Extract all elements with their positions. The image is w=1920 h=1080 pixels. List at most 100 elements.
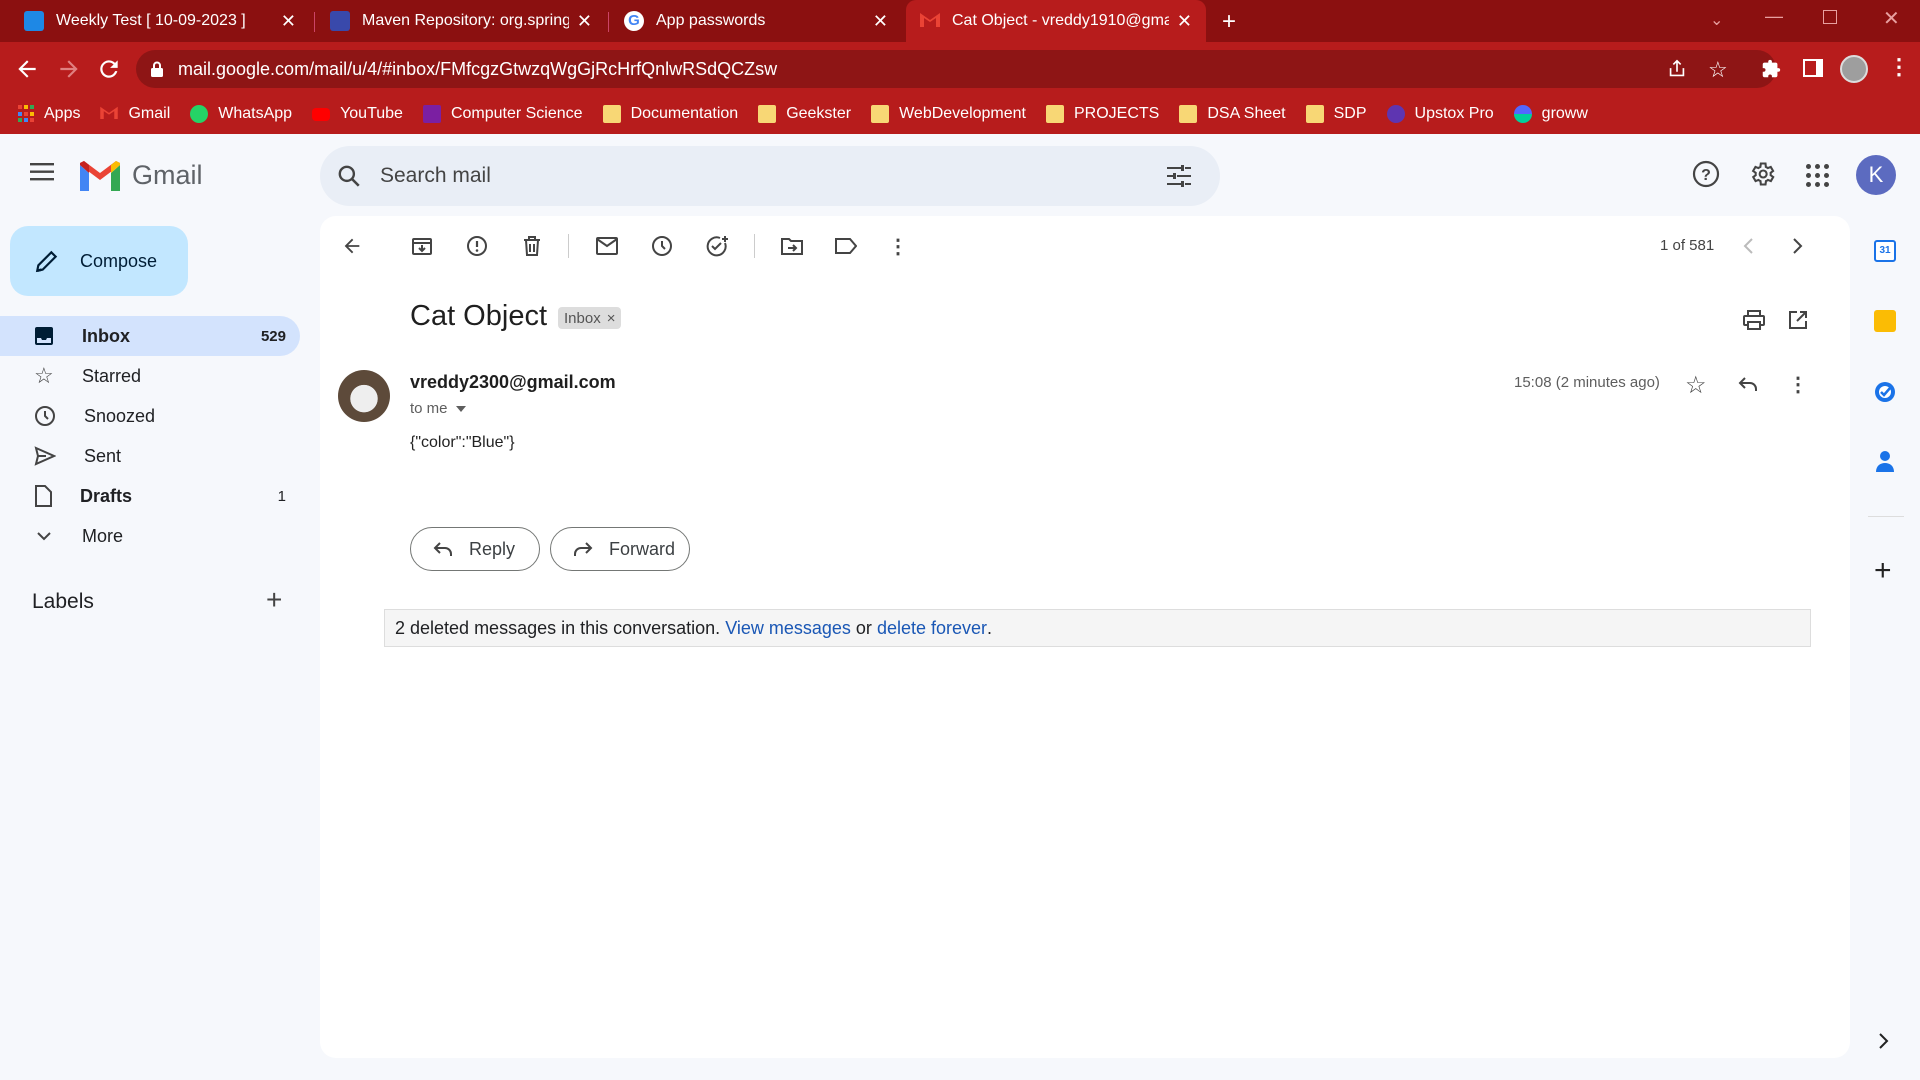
forward-icon[interactable] bbox=[56, 56, 82, 82]
tab-search-icon[interactable]: ⌄ bbox=[1710, 10, 1723, 30]
folder-icon bbox=[871, 105, 890, 123]
forward-button[interactable]: Forward bbox=[550, 527, 690, 571]
nav-item-starred[interactable]: ☆ Starred bbox=[0, 356, 300, 396]
maven-icon bbox=[330, 11, 350, 31]
pencil-icon bbox=[34, 248, 60, 274]
close-icon[interactable]: ✕ bbox=[281, 11, 296, 32]
reply-icon[interactable] bbox=[1728, 364, 1768, 404]
tasks-icon[interactable] bbox=[1873, 380, 1897, 404]
gmail-logo[interactable]: Gmail bbox=[80, 160, 203, 191]
youtube-icon bbox=[312, 107, 331, 121]
sender-email[interactable]: vreddy2300@gmail.com bbox=[410, 372, 616, 393]
browser-menu-icon[interactable]: ⋮ bbox=[1888, 54, 1910, 80]
bookmark-documentation[interactable]: Documentation bbox=[602, 105, 738, 123]
bookmark-whatsapp[interactable]: WhatsApp bbox=[190, 105, 292, 123]
bookmark-star-icon[interactable]: ☆ bbox=[1708, 57, 1728, 83]
open-new-window-icon[interactable] bbox=[1778, 300, 1818, 340]
browser-tab[interactable]: Weekly Test [ 10-09-2023 ] ✕ bbox=[10, 0, 310, 42]
add-to-tasks-icon[interactable] bbox=[698, 226, 738, 266]
bookmark-projects[interactable]: PROJECTS bbox=[1046, 105, 1159, 123]
label-tag-icon[interactable] bbox=[826, 226, 866, 266]
minimize-icon[interactable]: — bbox=[1765, 6, 1783, 27]
newer-chevron-left-icon[interactable] bbox=[1728, 226, 1768, 266]
sender-avatar[interactable] bbox=[338, 370, 390, 422]
caret-down-icon[interactable] bbox=[455, 405, 466, 412]
share-icon[interactable] bbox=[1666, 58, 1688, 80]
contacts-icon[interactable] bbox=[1876, 450, 1894, 472]
browser-tab[interactable]: G App passwords ✕ bbox=[610, 0, 902, 42]
nav-item-sent[interactable]: Sent bbox=[0, 436, 300, 476]
settings-gear-icon[interactable] bbox=[1748, 160, 1776, 188]
snooze-clock-icon[interactable] bbox=[642, 226, 682, 266]
view-messages-link[interactable]: View messages bbox=[725, 618, 851, 639]
browser-tab[interactable]: Maven Repository: org.springframework ✕ bbox=[316, 0, 606, 42]
close-icon[interactable]: ✕ bbox=[873, 11, 888, 32]
upstox-icon bbox=[1386, 105, 1405, 123]
move-to-icon[interactable] bbox=[772, 226, 812, 266]
search-bar[interactable]: Search mail bbox=[320, 146, 1220, 206]
search-input[interactable]: Search mail bbox=[380, 164, 491, 188]
new-tab-icon[interactable]: + bbox=[1222, 8, 1236, 36]
compose-button[interactable]: Compose bbox=[10, 226, 188, 296]
star-message-icon[interactable]: ☆ bbox=[1685, 371, 1707, 400]
extensions-icon[interactable] bbox=[1760, 58, 1782, 80]
google-apps-icon[interactable] bbox=[1806, 164, 1829, 187]
browser-tab-active[interactable]: Cat Object - vreddy1910@gmail.com ✕ bbox=[906, 0, 1206, 42]
print-icon[interactable] bbox=[1734, 300, 1774, 340]
folder-icon bbox=[758, 105, 777, 123]
bookmark-sdp[interactable]: SDP bbox=[1305, 105, 1367, 123]
calendar-icon[interactable]: 31 bbox=[1874, 240, 1896, 262]
bookmark-youtube[interactable]: YouTube bbox=[312, 105, 403, 123]
close-icon[interactable]: ✕ bbox=[1177, 11, 1192, 32]
account-avatar[interactable]: K bbox=[1856, 155, 1896, 195]
message-more-icon[interactable]: ⋮ bbox=[1778, 364, 1818, 404]
email-subject: Cat Object bbox=[410, 300, 547, 332]
nav-item-more[interactable]: More bbox=[0, 516, 300, 556]
restore-icon[interactable] bbox=[1823, 10, 1837, 24]
close-icon[interactable]: ✕ bbox=[577, 11, 592, 32]
recipient-line[interactable]: to me bbox=[410, 400, 466, 417]
archive-icon[interactable] bbox=[402, 226, 442, 266]
mark-unread-icon[interactable] bbox=[587, 226, 627, 266]
reload-icon[interactable] bbox=[96, 56, 122, 82]
keep-icon[interactable] bbox=[1874, 310, 1896, 332]
side-panel-icon[interactable] bbox=[1803, 59, 1823, 77]
reply-button[interactable]: Reply bbox=[410, 527, 540, 571]
bookmark-apps[interactable]: Apps bbox=[18, 105, 80, 123]
get-addons-icon[interactable]: + bbox=[1874, 554, 1892, 588]
search-options-icon[interactable] bbox=[1166, 164, 1192, 188]
main-menu-icon[interactable] bbox=[30, 162, 56, 182]
bookmark-groww[interactable]: groww bbox=[1513, 105, 1588, 123]
apps-grid-icon bbox=[18, 105, 34, 123]
remove-label-icon[interactable]: × bbox=[607, 310, 616, 327]
nav-item-snoozed[interactable]: Snoozed bbox=[0, 396, 300, 436]
delete-trash-icon[interactable] bbox=[512, 226, 552, 266]
code-icon bbox=[422, 105, 441, 123]
back-icon[interactable] bbox=[14, 56, 40, 82]
folder-icon bbox=[1305, 105, 1324, 123]
back-to-inbox-icon[interactable] bbox=[332, 226, 372, 266]
older-chevron-right-icon[interactable] bbox=[1778, 226, 1818, 266]
address-bar[interactable]: mail.google.com/mail/u/4/#inbox/FMfcgzGt… bbox=[136, 50, 1776, 88]
bookmark-gmail[interactable]: Gmail bbox=[100, 105, 170, 123]
profile-avatar[interactable] bbox=[1840, 55, 1868, 83]
deleted-messages-notice: 2 deleted messages in this conversation.… bbox=[384, 609, 1811, 647]
show-side-panel-chevron-icon[interactable] bbox=[1878, 1032, 1890, 1050]
nav-item-inbox[interactable]: Inbox 529 bbox=[0, 316, 300, 356]
help-icon[interactable]: ? bbox=[1692, 160, 1720, 188]
bookmark-geekster[interactable]: Geekster bbox=[758, 105, 851, 123]
report-spam-icon[interactable] bbox=[457, 226, 497, 266]
close-window-icon[interactable]: ✕ bbox=[1883, 6, 1900, 31]
bookmark-webdevelopment[interactable]: WebDevelopment bbox=[871, 105, 1026, 123]
search-icon[interactable] bbox=[336, 163, 362, 189]
send-icon bbox=[34, 446, 56, 466]
nav-item-drafts[interactable]: Drafts 1 bbox=[0, 476, 300, 516]
bookmark-computer-science[interactable]: Computer Science bbox=[422, 105, 583, 123]
more-options-icon[interactable]: ⋮ bbox=[878, 226, 918, 266]
bookmark-upstox[interactable]: Upstox Pro bbox=[1386, 105, 1494, 123]
chevron-down-icon bbox=[34, 526, 54, 546]
delete-forever-link[interactable]: delete forever bbox=[877, 618, 987, 639]
bookmark-dsa-sheet[interactable]: DSA Sheet bbox=[1179, 105, 1286, 123]
inbox-icon bbox=[34, 326, 54, 346]
add-label-icon[interactable]: + bbox=[266, 584, 282, 616]
